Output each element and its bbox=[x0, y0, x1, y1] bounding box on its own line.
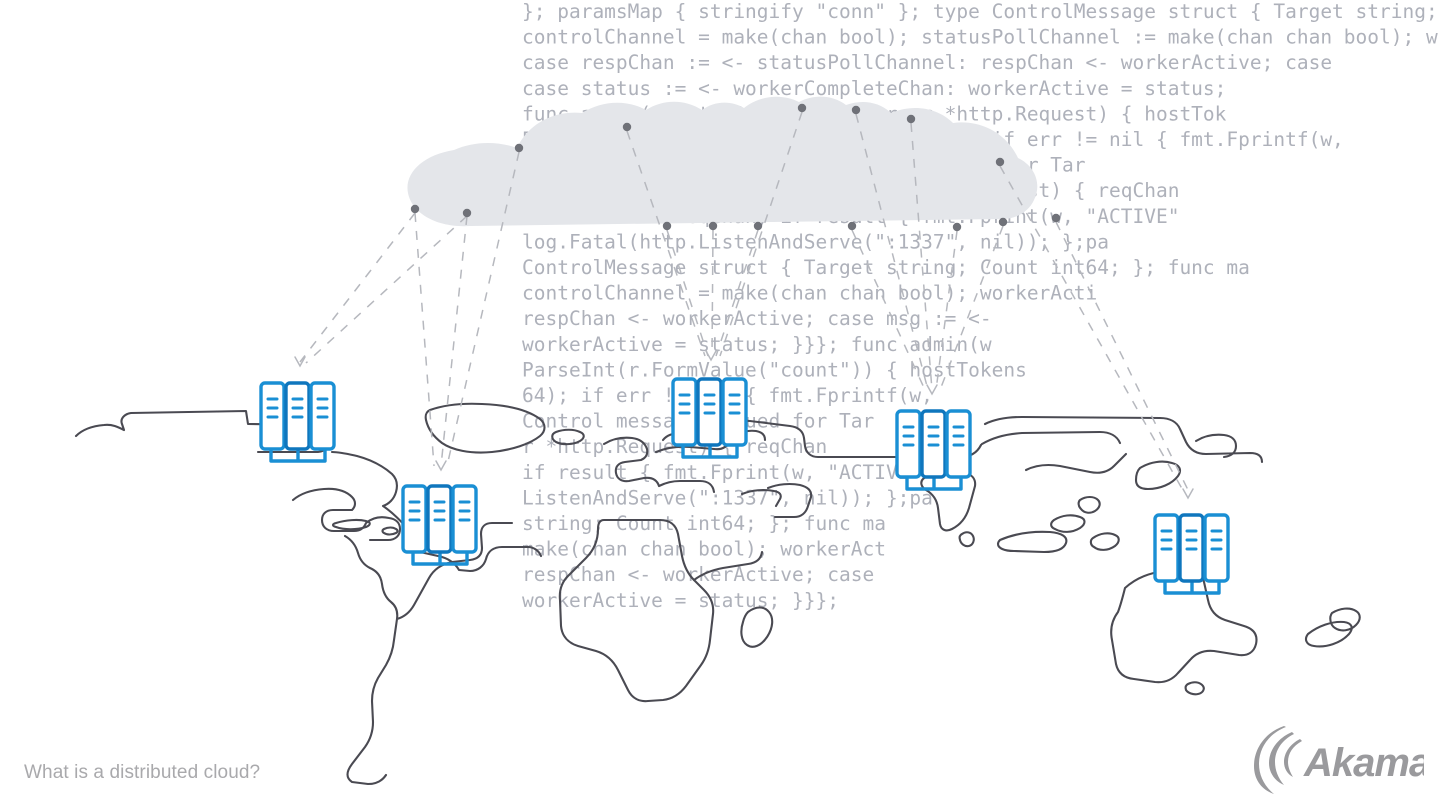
server-unit bbox=[401, 484, 428, 554]
server-unit bbox=[696, 377, 723, 447]
server-rack-icon bbox=[259, 381, 336, 463]
server-unit bbox=[895, 409, 922, 479]
server-unit bbox=[671, 377, 698, 447]
akamai-logo-svg: Akamai bbox=[1254, 726, 1440, 794]
server-unit bbox=[1153, 513, 1180, 583]
infographic-canvas: }; paramsMap { stringify "conn" }; type … bbox=[0, 0, 1440, 810]
server-unit bbox=[426, 484, 453, 554]
server-unit bbox=[920, 409, 947, 479]
akamai-swoosh-icon bbox=[1254, 726, 1302, 794]
server-unit bbox=[451, 484, 478, 554]
server-unit bbox=[1203, 513, 1230, 583]
server-unit bbox=[1178, 513, 1205, 583]
server-north-america[interactable] bbox=[258, 381, 338, 472]
server-asia[interactable] bbox=[894, 409, 974, 500]
page-title: What is a distributed cloud? bbox=[24, 762, 261, 783]
akamai-logo: Akamai bbox=[1248, 720, 1440, 796]
server-unit bbox=[309, 381, 336, 451]
server-rack-icon bbox=[401, 484, 478, 566]
server-unit bbox=[259, 381, 286, 451]
server-oceania[interactable] bbox=[1152, 513, 1232, 604]
server-unit bbox=[945, 409, 972, 479]
server-rack-icon bbox=[895, 409, 972, 491]
server-unit bbox=[284, 381, 311, 451]
server-south-america[interactable] bbox=[400, 484, 480, 575]
server-unit bbox=[721, 377, 748, 447]
akamai-wordmark: Akamai bbox=[1303, 741, 1424, 785]
server-rack-icon bbox=[1153, 513, 1230, 595]
server-europe-africa[interactable] bbox=[670, 377, 750, 468]
server-rack-icon bbox=[671, 377, 748, 459]
server-nodes bbox=[0, 0, 1440, 810]
